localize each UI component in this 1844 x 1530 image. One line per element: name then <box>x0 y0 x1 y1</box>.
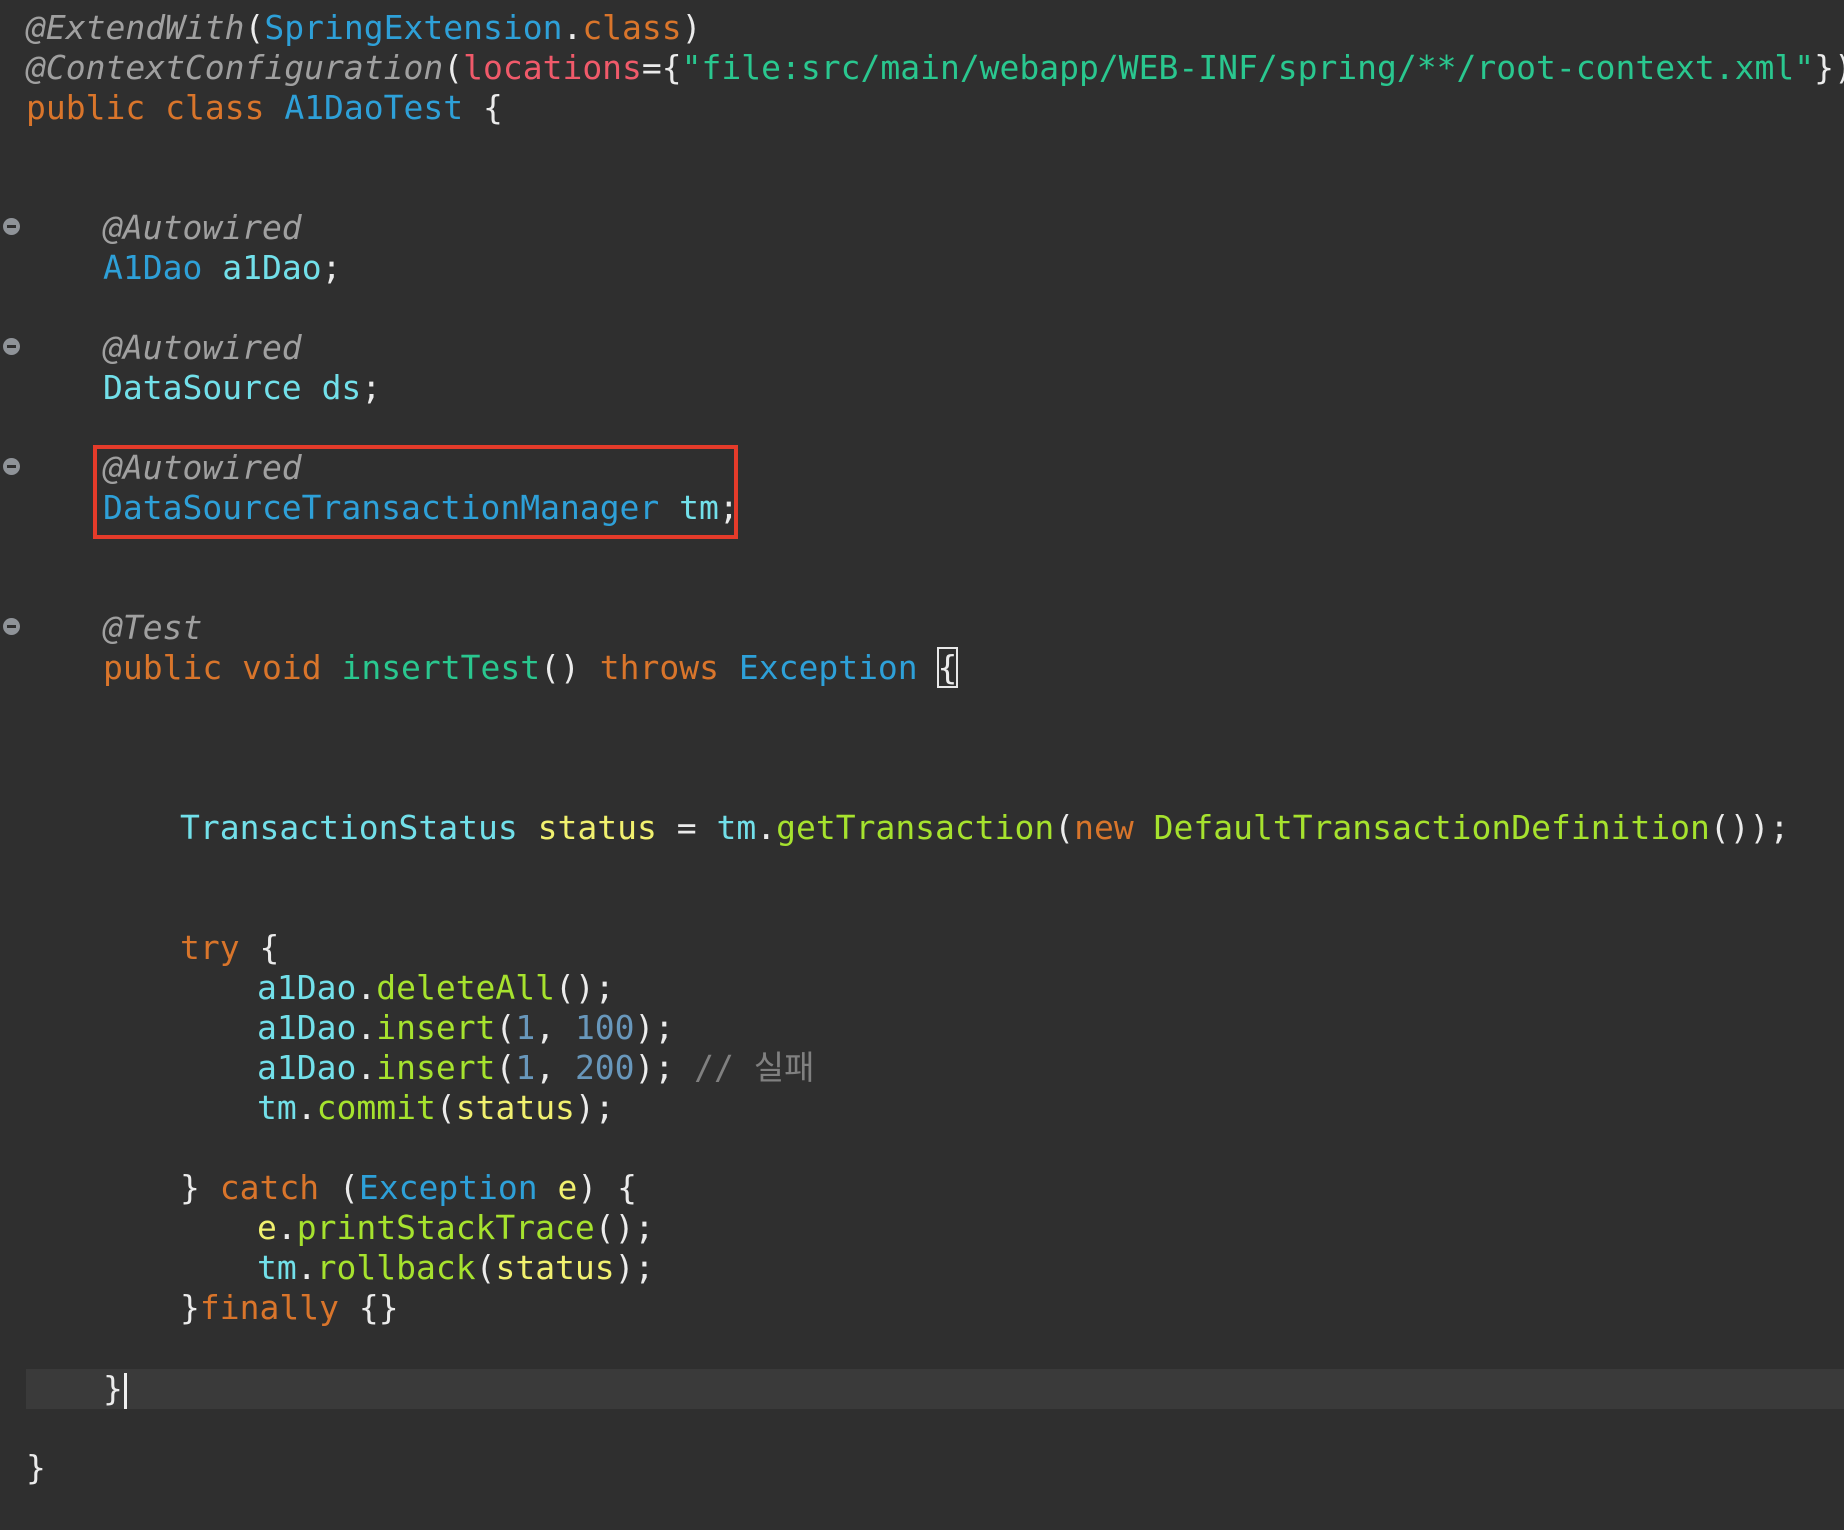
method-token: printStackTrace <box>296 1208 595 1247</box>
text-cursor <box>123 1372 127 1409</box>
method-token: getTransaction <box>776 808 1055 847</box>
keyword-token: public <box>103 648 223 687</box>
type-token: TransactionStatus <box>180 808 518 847</box>
variable-token: e <box>557 1168 578 1207</box>
code-line[interactable]: DataSource ds; <box>103 368 381 408</box>
field-token: a1Dao <box>257 968 357 1007</box>
method-token: insert <box>376 1048 496 1087</box>
variable-token: status <box>455 1088 575 1127</box>
code-line[interactable]: @Autowired <box>103 328 302 368</box>
field-token: a1Dao <box>257 1008 357 1047</box>
annotation-token: @Autowired <box>103 448 302 487</box>
string-token: "file:src/main/webapp/WEB-INF/spring/**/… <box>681 48 1815 87</box>
matching-bracket: { <box>936 647 959 688</box>
code-editor[interactable]: @ExtendWith(SpringExtension.class) @Cont… <box>0 0 1844 1530</box>
code-line[interactable]: @ContextConfiguration(locations={"file:s… <box>26 48 1844 88</box>
code-line[interactable]: } <box>26 1448 46 1488</box>
keyword-token: new <box>1074 808 1134 847</box>
variable-token: e <box>257 1208 277 1247</box>
fold-toggle-icon[interactable] <box>3 618 20 635</box>
method-token: commit <box>316 1088 436 1127</box>
type-token: SpringExtension <box>264 8 563 47</box>
code-line[interactable]: DataSourceTransactionManager tm; <box>103 488 739 528</box>
fold-toggle-icon[interactable] <box>3 218 20 235</box>
number-token: 1 <box>515 1048 536 1087</box>
current-line-highlight <box>26 1369 1844 1409</box>
method-name-token: insertTest <box>341 648 541 687</box>
field-token: a1Dao <box>257 1048 357 1087</box>
number-token: 200 <box>574 1048 635 1087</box>
code-line[interactable]: @Test <box>103 608 202 648</box>
keyword-token: throws <box>599 648 719 687</box>
type-token: A1Dao <box>103 248 203 287</box>
number-token: 1 <box>515 1008 536 1047</box>
code-line[interactable]: e.printStackTrace(); <box>257 1208 654 1248</box>
code-line[interactable]: A1Dao a1Dao; <box>103 248 341 288</box>
code-line[interactable]: public class A1DaoTest { <box>26 88 503 128</box>
code-line[interactable]: @Autowired <box>103 208 302 248</box>
field-token: tm <box>257 1088 297 1127</box>
keyword-token: catch <box>219 1168 320 1207</box>
field-token: tm <box>257 1248 297 1287</box>
code-line[interactable]: tm.rollback(status); <box>257 1248 654 1288</box>
field-token: ds <box>321 368 362 407</box>
keyword-token: class <box>165 88 265 127</box>
keyword-token: class <box>582 8 682 47</box>
method-token: insert <box>376 1008 496 1047</box>
method-token: rollback <box>316 1248 476 1287</box>
fold-toggle-icon[interactable] <box>3 338 20 355</box>
annotation-token: @ExtendWith <box>26 8 245 47</box>
code-line[interactable]: try { <box>180 928 279 968</box>
variable-token: status <box>495 1248 615 1287</box>
comment-token: // 실패 <box>694 1048 815 1087</box>
constructor-token: DefaultTransactionDefinition <box>1153 808 1710 847</box>
code-line[interactable]: public void insertTest() throws Exceptio… <box>103 647 959 688</box>
field-token: a1Dao <box>222 248 322 287</box>
annotation-token: @Autowired <box>103 208 302 247</box>
code-line[interactable]: a1Dao.insert(1, 100); <box>257 1008 674 1048</box>
keyword-token: public <box>26 88 146 127</box>
code-line[interactable]: } <box>103 1369 127 1409</box>
type-token: DataSource <box>103 368 302 407</box>
type-token: DataSourceTransactionManager <box>103 488 660 527</box>
type-token: Exception <box>738 648 918 687</box>
code-line[interactable]: a1Dao.deleteAll(); <box>257 968 615 1008</box>
code-line[interactable]: tm.commit(status); <box>257 1088 615 1128</box>
code-line[interactable]: @ExtendWith(SpringExtension.class) <box>26 8 702 48</box>
keyword-token: try <box>180 928 240 967</box>
class-name-token: A1DaoTest <box>284 88 464 127</box>
annotation-token: @ContextConfiguration <box>26 48 444 87</box>
field-token: tm <box>679 488 719 527</box>
code-line[interactable]: @Autowired <box>103 448 302 488</box>
number-token: 100 <box>574 1008 635 1047</box>
attribute-token: locations <box>463 48 642 87</box>
method-token: deleteAll <box>376 968 556 1007</box>
code-line[interactable]: a1Dao.insert(1, 200); // 실패 <box>257 1048 815 1088</box>
annotation-token: @Test <box>103 608 203 647</box>
code-line[interactable]: }finally {} <box>180 1288 399 1328</box>
code-line[interactable]: TransactionStatus status = tm.getTransac… <box>180 808 1789 848</box>
annotation-token: @Autowired <box>103 328 302 367</box>
type-token: Exception <box>358 1168 538 1207</box>
fold-toggle-icon[interactable] <box>3 458 20 475</box>
keyword-token: void <box>242 648 322 687</box>
keyword-token: finally <box>199 1288 339 1327</box>
variable-token: status <box>537 808 657 847</box>
code-line[interactable]: } catch (Exception e) { <box>180 1168 637 1208</box>
field-token: tm <box>716 808 757 847</box>
